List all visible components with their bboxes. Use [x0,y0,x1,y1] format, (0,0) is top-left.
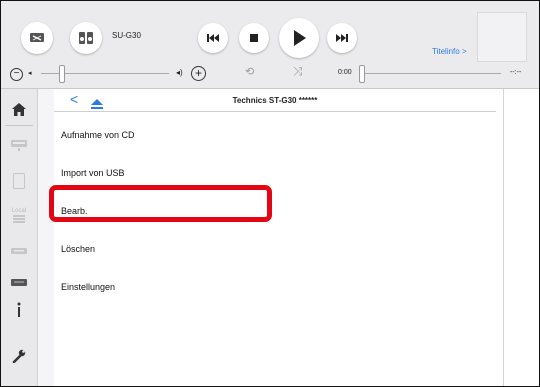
play-icon [294,30,306,46]
repeat-icon[interactable]: ⟲ [245,65,254,78]
device-icon [79,32,93,44]
tablet-icon[interactable] [11,173,27,189]
position-slider[interactable] [359,73,501,74]
stop-button[interactable] [239,23,269,53]
header-row: < Technics ST-G30 ****** [54,89,496,112]
menu-item-einstellungen[interactable]: Einstellungen [61,282,115,292]
local-label: Local [11,207,27,214]
stop-icon [250,34,258,42]
main-panel: < Technics ST-G30 ****** Aufnahme von CD… [54,89,503,386]
album-art [477,12,527,62]
menu-item-loeschen[interactable]: Löschen [61,244,95,254]
titelinfo-link[interactable]: Titelinfo > [432,47,467,56]
local-icon[interactable]: Local [11,207,27,223]
player-control-bar: SU-G30 Titelinfo > − ◂ ◂) + ⟲ ⤨ 0:00 --:… [1,1,539,89]
menu-item-import-von-usb[interactable]: Import von USB [61,168,125,178]
source-icon [30,33,44,42]
right-pane [503,89,539,386]
highlight-box [49,185,272,222]
volume-low-icon: ◂ [28,70,32,77]
volume-up-button[interactable]: + [191,66,206,81]
menu-item-aufnahme-von-cd[interactable]: Aufnahme von CD [61,130,135,140]
cd-player-icon[interactable] [11,137,27,153]
network-icon[interactable] [11,243,27,259]
source-button[interactable] [21,22,53,54]
next-icon [336,34,348,42]
info-icon[interactable] [11,302,27,318]
device-button[interactable] [70,22,102,54]
volume-slider-handle[interactable] [59,65,65,83]
time-remaining: --:-- [510,69,522,76]
sidebar: Local [1,89,38,386]
volume-down-button[interactable]: − [10,68,23,81]
next-track-button[interactable] [327,23,357,53]
sidebar-divider [5,125,33,126]
time-current: 0:00 [338,69,352,76]
wrench-icon[interactable] [11,348,27,364]
play-button[interactable] [279,18,319,58]
shuffle-icon[interactable]: ⤨ [293,64,303,79]
prev-icon [207,34,219,42]
amplifier-icon[interactable] [11,275,27,291]
position-slider-handle[interactable] [359,65,365,83]
previous-track-button[interactable] [198,23,228,53]
page-title: Technics ST-G30 ****** [232,96,318,105]
device-name: SU-G30 [112,31,141,40]
app-screen: SU-G30 Titelinfo > − ◂ ◂) + ⟲ ⤨ 0:00 --:… [0,0,540,387]
volume-icon: ◂) [176,68,183,77]
home-icon[interactable] [11,101,27,117]
